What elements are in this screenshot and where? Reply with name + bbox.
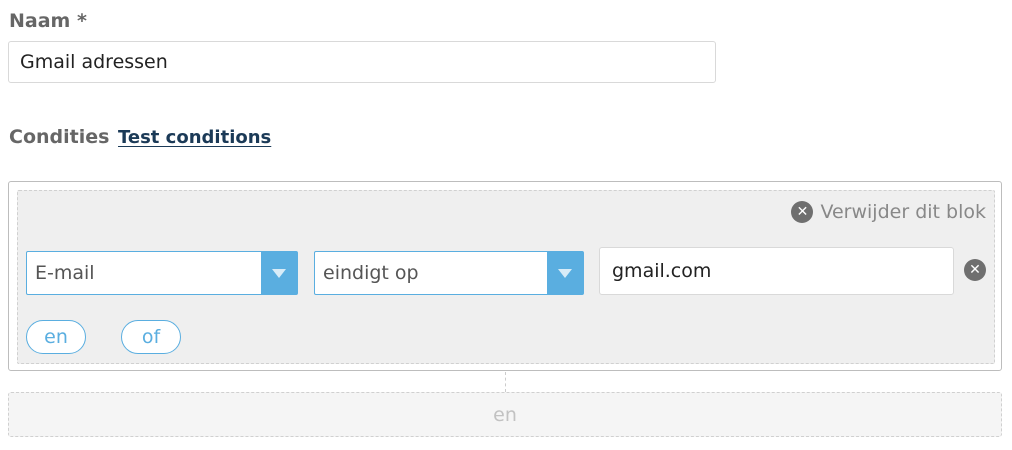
name-label: Naam * (9, 10, 87, 32)
operator-select[interactable]: eindigt op (314, 251, 584, 295)
remove-condition-icon[interactable]: ✕ (964, 259, 986, 281)
chevron-down-icon[interactable] (547, 252, 583, 294)
segment-editor: Naam * Gmail adressen Condities Test con… (0, 0, 1012, 450)
add-and-condition-button[interactable]: en (26, 320, 86, 354)
test-conditions-link[interactable]: Test conditions (118, 127, 271, 148)
chevron-down-icon[interactable] (261, 252, 297, 294)
condition-block: ✕ Verwijder dit blok E-mail eindigt op g… (17, 190, 995, 364)
field-select-value: E-mail (35, 262, 95, 284)
field-select[interactable]: E-mail (26, 251, 298, 295)
block-connector (505, 372, 506, 392)
remove-block-label: Verwijder dit blok (820, 201, 986, 223)
name-input[interactable]: Gmail adressen (8, 41, 716, 83)
condition-value-input[interactable]: gmail.com (599, 247, 954, 295)
remove-block-button[interactable]: ✕ Verwijder dit blok (791, 201, 986, 223)
add-and-block-button[interactable]: en (8, 392, 1002, 437)
conditions-label: Condities (9, 126, 110, 148)
operator-select-value: eindigt op (323, 262, 419, 284)
close-circle-icon: ✕ (791, 201, 814, 223)
add-or-condition-button[interactable]: of (121, 320, 181, 354)
conditions-container: ✕ Verwijder dit blok E-mail eindigt op g… (8, 181, 1002, 371)
